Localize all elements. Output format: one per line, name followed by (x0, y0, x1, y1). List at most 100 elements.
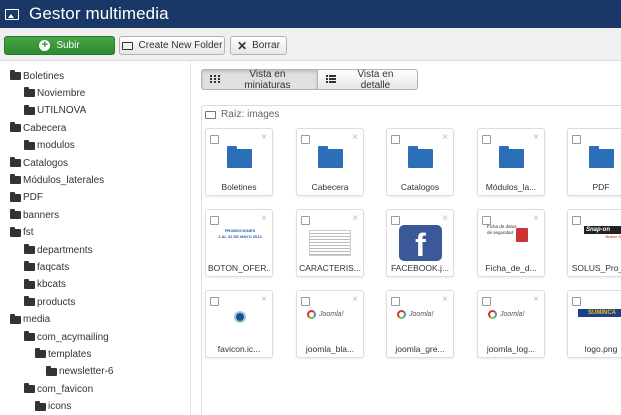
media-tile-label: Cabecera (311, 182, 349, 192)
delete-item-icon[interactable]: × (261, 213, 267, 224)
select-checkbox[interactable] (301, 297, 310, 306)
tree-item[interactable]: departments (24, 243, 93, 257)
create-folder-button[interactable]: Create New Folder (119, 36, 225, 55)
select-checkbox[interactable] (391, 135, 400, 144)
folder-icon (10, 313, 21, 324)
media-tile[interactable]: × favicon.ic... (205, 290, 273, 358)
select-checkbox[interactable] (482, 297, 491, 306)
delete-item-icon[interactable]: × (352, 132, 358, 143)
select-checkbox[interactable] (572, 135, 581, 144)
delete-item-icon[interactable]: × (442, 132, 448, 143)
media-tile-label: favicon.ic... (217, 344, 261, 354)
tree-item-label: Noviembre (37, 87, 86, 99)
logo-thumbnail: SUMINCA (578, 309, 621, 317)
folder-icon (35, 400, 46, 411)
thumbnail-view-label: Vista en miniaturas (244, 68, 291, 91)
folder-icon (10, 122, 21, 133)
delete-item-icon[interactable]: × (261, 132, 267, 143)
breadcrumb[interactable]: Raíz: images (205, 109, 279, 120)
media-tile[interactable]: × Joomla! joomla_log... (477, 290, 545, 358)
tree-item[interactable]: PDF (10, 191, 43, 205)
tree-item[interactable]: products (24, 295, 75, 309)
tree-item-label: Módulos_laterales (23, 174, 105, 186)
media-tile[interactable]: × Cabecera (296, 128, 364, 196)
delete-item-icon[interactable]: × (533, 132, 539, 143)
tree-item[interactable]: Boletines (10, 69, 64, 83)
tree-item[interactable]: faqcats (24, 260, 69, 274)
delete-item-icon[interactable]: × (442, 213, 448, 224)
delete-item-icon[interactable]: × (261, 294, 267, 305)
tree-item[interactable]: Cabecera (10, 121, 66, 135)
joomla-logo: Joomla! (488, 308, 538, 320)
joomla-mark-icon (307, 309, 316, 319)
media-tile-label: FACEBOOK.j... (390, 263, 450, 273)
joomla-mark-icon (397, 309, 406, 319)
media-tile-label: logo.png (584, 344, 618, 354)
tree-item[interactable]: Catalogos (10, 156, 68, 170)
select-checkbox[interactable] (301, 135, 310, 144)
tree-item[interactable]: kbcats (24, 278, 66, 292)
delete-button[interactable]: ✕ Borrar (230, 36, 287, 55)
tree-item[interactable]: media (10, 313, 50, 327)
tree-item[interactable]: fst (10, 226, 34, 240)
delete-item-icon[interactable]: × (352, 294, 358, 305)
select-checkbox[interactable] (210, 135, 219, 144)
tree-item[interactable]: Módulos_laterales (10, 173, 104, 187)
folder-icon (227, 146, 252, 168)
media-tile[interactable]: ×PDF (567, 128, 621, 196)
delete-item-icon[interactable]: × (442, 294, 448, 305)
page-title: Gestor multimedia (29, 4, 169, 23)
tree-item[interactable]: com_favicon (24, 382, 93, 396)
select-checkbox[interactable] (391, 297, 400, 306)
tree-item[interactable]: com_acymailing (24, 330, 109, 344)
promo-date-text: 1 AL 31 DE MAYO 2014 (218, 234, 262, 239)
upload-button[interactable]: + Subir (4, 36, 115, 55)
media-tile[interactable]: × f FACEBOOK.j... (386, 209, 454, 277)
tree-item[interactable]: banners (10, 208, 59, 222)
tree-item[interactable]: modulos (24, 139, 75, 153)
media-tile[interactable]: × PROMOCIONES 1 AL 31 DE MAYO 2014 BOTON_OF… (205, 209, 273, 277)
folder-outline-icon (121, 41, 133, 50)
tree-item-label: departments (37, 244, 93, 256)
media-tile-label: Catalogos (400, 182, 440, 192)
tree-item-label: fst (23, 227, 34, 239)
tree-item[interactable]: newsletter-6 (46, 365, 113, 379)
pdf-icon (516, 228, 528, 242)
select-checkbox[interactable] (210, 216, 219, 225)
detail-view-label: Vista en detalle (357, 68, 394, 91)
tree-item-label: kbcats (37, 279, 66, 291)
delete-item-icon[interactable]: × (533, 213, 539, 224)
folder-icon (589, 146, 614, 168)
media-tile[interactable]: × Joomla! joomla_gre... (386, 290, 454, 358)
media-tile[interactable]: × CARACTERIS... (296, 209, 364, 277)
select-checkbox[interactable] (572, 216, 581, 225)
delete-item-icon[interactable]: × (352, 213, 358, 224)
media-tile[interactable]: ×Snap-onNuevo SoftwareSOLUS_Pro_... (567, 209, 621, 277)
media-tile[interactable]: × Boletines (205, 128, 273, 196)
select-checkbox[interactable] (210, 297, 219, 306)
folder-icon (499, 146, 524, 168)
select-checkbox[interactable] (572, 297, 581, 306)
tree-item[interactable]: Noviembre (24, 86, 85, 100)
select-checkbox[interactable] (301, 216, 310, 225)
grid-icon (210, 75, 220, 84)
media-tile[interactable]: × Módulos_la... (477, 128, 545, 196)
tree-item[interactable]: UTILNOVA (24, 104, 86, 118)
snapon-tagline-text: Nuevo Software (605, 234, 621, 239)
thumbnail-view-button[interactable]: Vista en miniaturas (201, 68, 318, 91)
select-checkbox[interactable] (391, 216, 400, 225)
media-tile[interactable]: × Joomla! joomla_bla... (296, 290, 364, 358)
media-tile[interactable]: × Ficha de datos de seguridad Ficha_de_d... (477, 209, 545, 277)
tree-item[interactable]: templates (35, 347, 91, 361)
select-checkbox[interactable] (482, 135, 491, 144)
folder-icon (24, 139, 35, 150)
tree-item[interactable]: icons (35, 400, 71, 414)
delete-item-icon[interactable]: × (533, 294, 539, 305)
folder-icon (10, 174, 21, 185)
tree-item-label: Boletines (23, 70, 65, 82)
tree-item-label: Cabecera (23, 122, 67, 134)
media-tile[interactable]: × Catalogos (386, 128, 454, 196)
detail-view-button[interactable]: Vista en detalle (318, 68, 418, 91)
media-tile[interactable]: ×SUMINCAlogo.png (567, 290, 621, 358)
tree-item-label: UTILNOVA (37, 105, 87, 117)
